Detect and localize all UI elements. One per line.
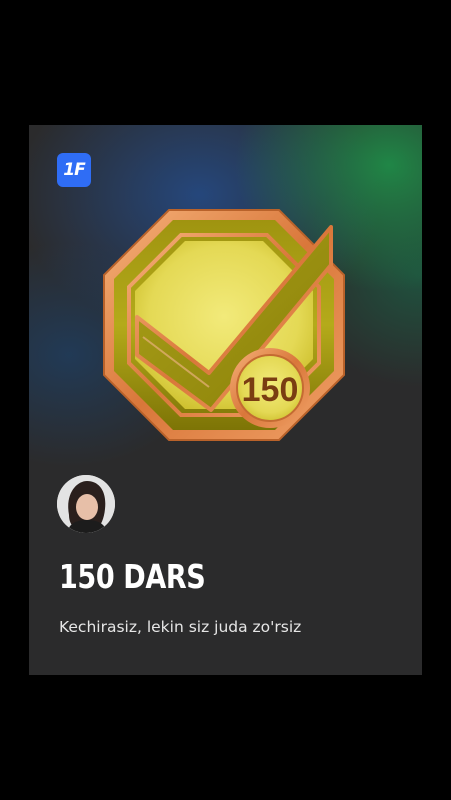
checkmark-medal-icon: 150 [103,209,345,441]
avatar-image [57,475,115,533]
app-logo-icon: 1F [57,153,91,187]
badge-number: 150 [242,371,299,409]
achievement-message: Kechirasiz, lekin siz juda zo'rsiz [59,618,302,636]
user-avatar[interactable] [57,475,115,533]
achievement-title: 150 DARS [59,557,206,596]
app-logo-text: 1F [63,160,85,180]
achievement-card: 1F 150 150 DARS Kechirasiz, lekin siz ju… [29,125,422,675]
